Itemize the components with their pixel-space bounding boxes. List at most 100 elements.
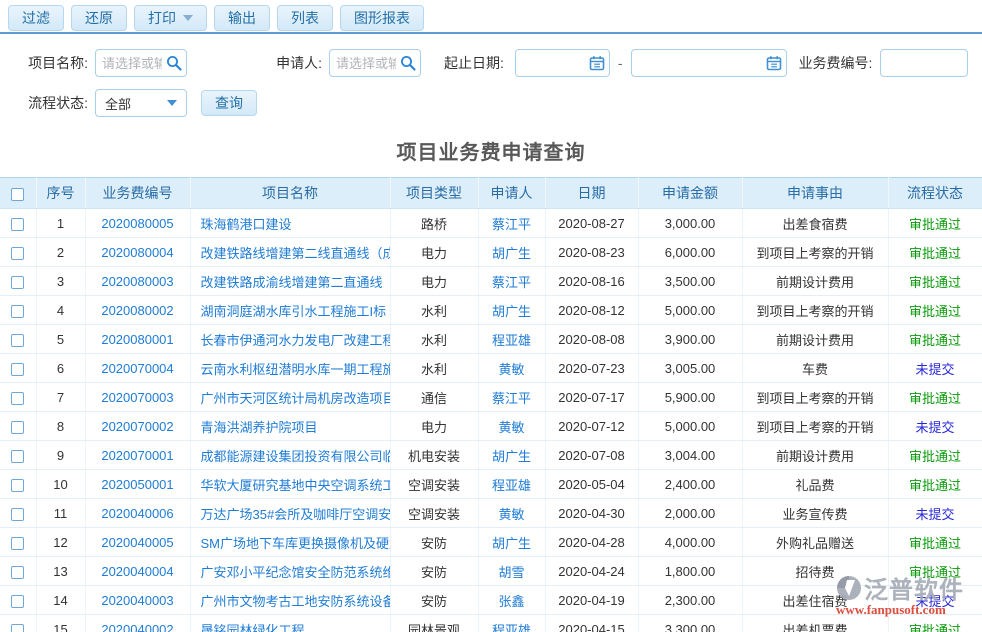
applicant-link[interactable]: 程亚雄 [492, 623, 531, 632]
chart-report-button[interactable]: 图形报表 [340, 5, 424, 31]
row-checkbox[interactable] [11, 624, 24, 632]
query-button[interactable]: 查询 [201, 90, 257, 116]
fee-no-link[interactable]: 2020080005 [101, 216, 173, 231]
cell-seq: 7 [36, 383, 85, 412]
fee-no-link[interactable]: 2020040003 [101, 593, 173, 608]
row-checkbox[interactable] [11, 363, 24, 376]
list-view-button[interactable]: 列表 [277, 5, 333, 31]
select-all-checkbox[interactable] [11, 188, 24, 201]
row-checkbox[interactable] [11, 595, 24, 608]
cell-seq: 2 [36, 238, 85, 267]
fee-no-link[interactable]: 2020070002 [101, 419, 173, 434]
status-badge: 审批通过 [909, 217, 961, 232]
status-badge: 审批通过 [909, 391, 961, 406]
row-checkbox[interactable] [11, 479, 24, 492]
date-to-input[interactable] [631, 49, 787, 77]
applicant-link[interactable]: 胡广生 [492, 536, 531, 551]
fee-no-link[interactable]: 2020050001 [101, 477, 173, 492]
cell-name: 改建铁路线增建第二线直通线（成 [190, 238, 390, 267]
fee-no-link[interactable]: 2020070003 [101, 390, 173, 405]
applicant-link[interactable]: 黄敏 [498, 507, 524, 522]
cell-amount: 3,005.00 [638, 354, 742, 383]
fee-no-link[interactable]: 2020080003 [101, 274, 173, 289]
row-checkbox[interactable] [11, 305, 24, 318]
project-name-link[interactable]: 湖南洞庭湖水库引水工程施工I标 [201, 304, 387, 319]
fee-no-link[interactable]: 2020040006 [101, 506, 173, 521]
project-name-link[interactable]: 晟铭园林绿化工程 [201, 623, 305, 632]
applicant-link[interactable]: 胡雪 [498, 565, 524, 580]
export-button[interactable]: 输出 [214, 5, 270, 31]
applicant-link[interactable]: 蔡江平 [492, 217, 531, 232]
status-badge: 未提交 [915, 507, 954, 522]
row-checkbox[interactable] [11, 421, 24, 434]
table-body: 12020080005珠海鹤港口建设路桥蔡江平2020-08-273,000.0… [0, 209, 982, 632]
applicant-link[interactable]: 蔡江平 [492, 275, 531, 290]
print-button[interactable]: 打印 [134, 5, 207, 31]
project-name-link[interactable]: SM广场地下车库更换摄像机及硬盘 [201, 536, 391, 551]
project-name-link[interactable]: 青海洪湖养护院项目 [201, 420, 318, 435]
fee-no-link[interactable]: 2020070001 [101, 448, 173, 463]
cell-name: 广州市天河区统计局机房改造项目 [190, 383, 390, 412]
fee-no-input[interactable] [880, 49, 968, 77]
cell-type: 路桥 [390, 209, 478, 238]
applicant-link[interactable]: 程亚雄 [492, 478, 531, 493]
row-checkbox[interactable] [11, 537, 24, 550]
applicant-link[interactable]: 蔡江平 [492, 391, 531, 406]
row-checkbox[interactable] [11, 566, 24, 579]
status-badge: 未提交 [915, 420, 954, 435]
chevron-down-icon [183, 15, 193, 21]
process-status-select[interactable]: 全部 [95, 89, 187, 117]
project-name-link[interactable]: 珠海鹤港口建设 [201, 217, 292, 232]
project-name-link[interactable]: 云南水利枢纽潜明水库一期工程施 [201, 362, 391, 377]
cell-amount: 4,000.00 [638, 528, 742, 557]
row-checkbox[interactable] [11, 218, 24, 231]
fee-no-link[interactable]: 2020040005 [101, 535, 173, 550]
fee-no-link[interactable]: 2020070004 [101, 361, 173, 376]
search-icon[interactable] [400, 55, 416, 71]
project-name-link[interactable]: 华软大厦研究基地中央空调系统工 [201, 478, 391, 493]
project-name-link[interactable]: 广安邓小平纪念馆安全防范系统维 [201, 565, 391, 580]
restore-button[interactable]: 还原 [71, 5, 127, 31]
project-name-link[interactable]: 广州市天河区统计局机房改造项目 [201, 391, 391, 406]
applicant-link[interactable]: 程亚雄 [492, 333, 531, 348]
row-checkbox[interactable] [11, 276, 24, 289]
status-badge: 审批通过 [909, 478, 961, 493]
search-icon[interactable] [166, 55, 182, 71]
calendar-icon[interactable] [766, 55, 782, 71]
row-checkbox[interactable] [11, 392, 24, 405]
row-checkbox[interactable] [11, 247, 24, 260]
row-checkbox[interactable] [11, 508, 24, 521]
fee-no-link[interactable]: 2020080002 [101, 303, 173, 318]
project-name-link[interactable]: 万达广场35#会所及咖啡厅空调安装 [201, 507, 391, 522]
project-name-link[interactable]: 成都能源建设集团投资有限公司临 [201, 449, 391, 464]
applicant-link[interactable]: 张鑫 [498, 594, 524, 609]
cell-name: 珠海鹤港口建设 [190, 209, 390, 238]
project-name-link[interactable]: 广州市文物考古工地安防系统设备 [201, 594, 391, 609]
cell-name: 华软大厦研究基地中央空调系统工 [190, 470, 390, 499]
cell-status: 审批通过 [888, 615, 982, 632]
cell-fee-no: 2020080001 [85, 325, 190, 354]
fee-no-link[interactable]: 2020040002 [101, 622, 173, 632]
calendar-icon[interactable] [589, 55, 605, 71]
row-checkbox[interactable] [11, 334, 24, 347]
cell-amount: 2,300.00 [638, 586, 742, 615]
cell-name: 云南水利枢纽潜明水库一期工程施 [190, 354, 390, 383]
applicant-link[interactable]: 胡广生 [492, 304, 531, 319]
project-name-link[interactable]: 长春市伊通河水力发电厂改建工程 [201, 333, 391, 348]
date-range-label: 起止日期: [444, 53, 504, 73]
fee-no-link[interactable]: 2020080004 [101, 245, 173, 260]
applicant-link[interactable]: 胡广生 [492, 246, 531, 261]
filter-button[interactable]: 过滤 [8, 5, 64, 31]
cell-checkbox [0, 441, 36, 470]
applicant-link[interactable]: 黄敏 [498, 362, 524, 377]
fee-no-link[interactable]: 2020040004 [101, 564, 173, 579]
row-checkbox[interactable] [11, 450, 24, 463]
project-name-link[interactable]: 改建铁路成渝线增建第二直通线（ [201, 275, 391, 290]
applicant-link[interactable]: 黄敏 [498, 420, 524, 435]
header-amount: 申请金额 [638, 178, 742, 209]
fee-no-link[interactable]: 2020080001 [101, 332, 173, 347]
project-name-link[interactable]: 改建铁路线增建第二线直通线（成 [201, 246, 391, 261]
applicant-link[interactable]: 胡广生 [492, 449, 531, 464]
cell-amount: 3,900.00 [638, 325, 742, 354]
cell-applicant: 程亚雄 [478, 470, 545, 499]
